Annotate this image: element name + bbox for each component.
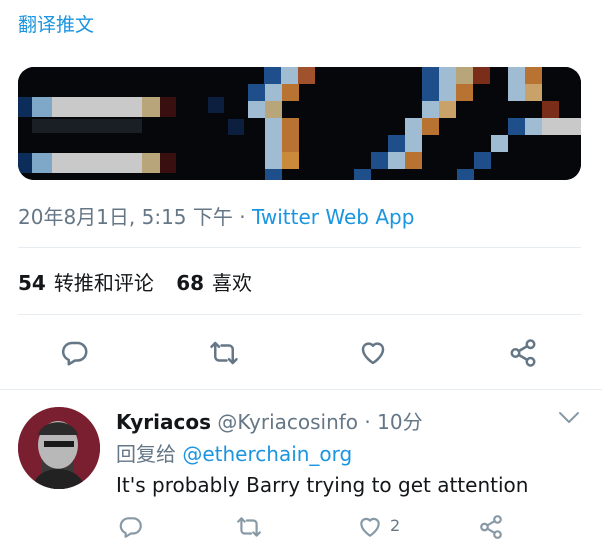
reply-like-button[interactable] bbox=[357, 514, 383, 544]
reply-to-line: 回复给 @etherchain_org bbox=[116, 438, 352, 467]
likes-label: 喜欢 bbox=[212, 271, 253, 295]
meta-separator: · bbox=[232, 205, 252, 229]
avatar[interactable] bbox=[18, 407, 100, 489]
divider bbox=[18, 314, 581, 315]
reply-retweet-button[interactable] bbox=[236, 514, 262, 544]
reply-header: Kyriacos @Kyriacosinfo · 10分 bbox=[116, 406, 423, 435]
share-icon bbox=[480, 515, 502, 539]
reply-to-prefix: 回复给 bbox=[116, 442, 183, 466]
reply-time[interactable]: 10分 bbox=[377, 410, 422, 434]
like-button[interactable] bbox=[358, 338, 388, 372]
reply-separator: · bbox=[358, 410, 378, 434]
tweet-timestamp[interactable]: 20年8月1日, 5:15 下午 bbox=[18, 205, 233, 229]
share-button[interactable] bbox=[508, 338, 538, 372]
translate-tweet-link[interactable]: 翻译推文 bbox=[18, 10, 94, 37]
reply-author-name[interactable]: Kyriacos bbox=[116, 410, 211, 434]
reply-icon bbox=[119, 517, 142, 538]
likes-count: 68 bbox=[176, 271, 205, 295]
reply-icon bbox=[61, 341, 88, 366]
heart-icon bbox=[360, 517, 380, 537]
retweet-icon bbox=[210, 341, 238, 365]
reply-like-count: 2 bbox=[390, 516, 401, 535]
reply-reply-button[interactable] bbox=[118, 514, 144, 544]
share-icon bbox=[510, 339, 536, 367]
tweet-meta: 20年8月1日, 5:15 下午 · Twitter Web App bbox=[18, 201, 414, 230]
heart-icon bbox=[361, 342, 385, 365]
tweet-source-link[interactable]: Twitter Web App bbox=[252, 205, 414, 229]
retweet-button[interactable] bbox=[209, 338, 239, 372]
reply-author-handle[interactable]: @Kyriacosinfo bbox=[217, 410, 358, 434]
retweets-count: 54 bbox=[18, 271, 46, 295]
chevron-down-icon bbox=[559, 412, 579, 423]
pixelated-image bbox=[18, 67, 581, 180]
divider bbox=[18, 247, 581, 248]
retweets-stat[interactable]: 54 转推和评论 bbox=[18, 271, 154, 295]
reply-share-button[interactable] bbox=[478, 514, 504, 544]
tweet-media-image[interactable] bbox=[18, 67, 581, 180]
divider bbox=[0, 389, 602, 390]
reply-button[interactable] bbox=[60, 338, 90, 372]
retweet-icon bbox=[237, 517, 261, 537]
retweets-label: 转推和评论 bbox=[53, 271, 154, 295]
avatar-image bbox=[18, 407, 100, 489]
tweet-stats: 54 转推和评论 68 喜欢 bbox=[18, 267, 252, 296]
reply-to-handle-link[interactable]: @etherchain_org bbox=[182, 442, 352, 466]
likes-stat[interactable]: 68 喜欢 bbox=[176, 271, 252, 295]
reply-more-button[interactable] bbox=[558, 410, 580, 429]
reply-text: It's probably Barry trying to get attent… bbox=[116, 473, 529, 497]
